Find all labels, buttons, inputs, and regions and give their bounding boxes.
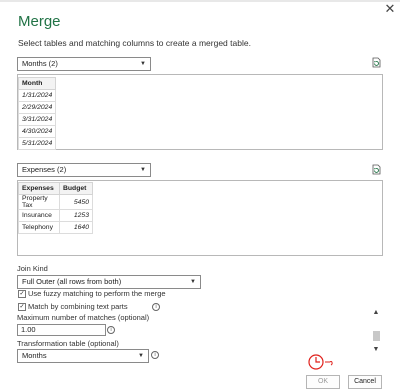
max-matches-input[interactable]: 1.00 [17,324,106,336]
combine-text-checkbox[interactable]: ✓ [18,303,26,311]
scroll-up-arrow[interactable]: ▲ [372,309,380,317]
first-table-grid: Month 1/31/2024 2/29/2024 3/31/2024 4/30… [17,77,57,150]
second-table-select[interactable]: Expenses (2) ▼ [17,163,151,177]
table-row: 2/29/2024 [17,101,57,114]
table-cell: 4/30/2024 [17,125,57,138]
first-table-preview[interactable]: Month 1/31/2024 2/29/2024 3/31/2024 4/30… [17,74,383,150]
annotation-mark-icon [308,354,333,370]
table-row: Telephony 1640 [18,221,93,234]
info-icon[interactable]: i [107,326,115,334]
info-icon[interactable]: i [151,351,159,359]
second-table-grid: Expenses Budget Property Tax 5450 Insura… [18,182,93,234]
first-table-select-value: Months (2) [22,59,58,68]
table-row: 5/31/2024 [17,137,57,150]
ok-button[interactable]: OK [306,375,340,389]
cancel-button[interactable]: Cancel [348,375,382,389]
table-cell: 5450 [59,194,93,210]
close-icon[interactable]: ✕ [383,2,397,16]
table-row: Property Tax 5450 [18,194,93,210]
join-kind-select[interactable]: Full Outer (all rows from both) ▼ [17,275,201,289]
refresh-preview-icon[interactable] [371,57,381,68]
top-border [0,0,400,2]
chevron-down-icon: ▼ [140,167,146,173]
second-table-select-value: Expenses (2) [22,165,67,174]
table-cell: 5/31/2024 [17,137,57,150]
table-cell: 1640 [59,221,93,234]
table-row: 4/30/2024 [17,125,57,138]
scrollbar-thumb[interactable] [373,331,380,341]
table-cell: Property Tax [18,194,60,210]
combine-text-label: Match by combining text parts [28,302,128,311]
chevron-down-icon: ▼ [190,279,196,285]
column-header[interactable]: Month [17,77,57,90]
fuzzy-match-checkbox[interactable]: ✓ [18,290,26,298]
table-cell: Insurance [18,209,60,222]
first-table-select[interactable]: Months (2) ▼ [17,57,151,71]
second-table-preview[interactable]: Expenses Budget Property Tax 5450 Insura… [17,180,383,256]
fuzzy-match-label: Use fuzzy matching to perform the merge [28,289,166,298]
table-row: Insurance 1253 [18,209,93,222]
table-cell: 1/31/2024 [17,89,57,102]
table-row: 3/31/2024 [17,113,57,126]
max-matches-label: Maximum number of matches (optional) [17,313,150,322]
transform-table-select[interactable]: Months ▼ [17,349,149,363]
column-header[interactable]: Budget [59,182,93,195]
chevron-down-icon: ▼ [138,353,144,359]
column-header[interactable]: Expenses [18,182,60,195]
table-cell: 2/29/2024 [17,101,57,114]
join-kind-value: Full Outer (all rows from both) [22,277,122,286]
refresh-preview-icon[interactable] [371,164,381,175]
table-cell: 1253 [59,209,93,222]
table-row: 1/31/2024 [17,89,57,102]
table-cell: 3/31/2024 [17,113,57,126]
join-kind-label: Join Kind [17,264,48,273]
scroll-down-arrow[interactable]: ▼ [372,346,380,354]
table-cell: Telephony [18,221,60,234]
transform-table-label: Transformation table (optional) [17,339,119,348]
chevron-down-icon: ▼ [140,61,146,67]
transform-table-value: Months [22,351,47,360]
dialog-subtitle: Select tables and matching columns to cr… [18,38,251,48]
dialog-title: Merge [18,13,61,30]
info-icon[interactable]: i [152,303,160,311]
